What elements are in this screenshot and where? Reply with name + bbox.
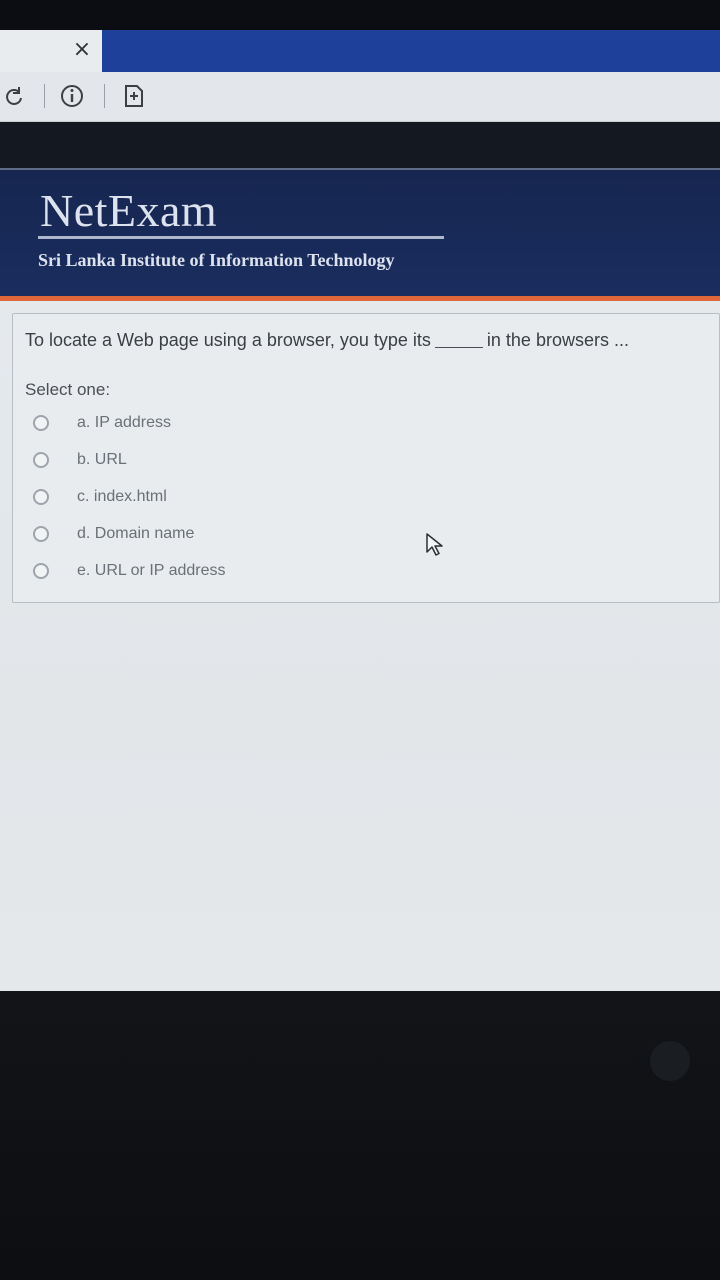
radio-button[interactable] <box>33 415 49 431</box>
option-label: a. IP address <box>77 414 171 431</box>
tab-close-icon[interactable]: × <box>68 36 96 64</box>
option-label: e. URL or IP address <box>77 562 226 579</box>
quiz-page: To locate a Web page using a browser, yo… <box>0 301 720 991</box>
mouse-cursor-icon <box>425 532 445 558</box>
option-label: b. URL <box>77 451 127 468</box>
reader-icon[interactable] <box>120 82 148 110</box>
site-header: NetExam Sri Lanka Institute of Informati… <box>0 168 720 296</box>
radio-button[interactable] <box>33 489 49 505</box>
monitor-bezel-top <box>0 0 720 30</box>
screen-gap <box>0 122 720 168</box>
institution-name: Sri Lanka Institute of Information Techn… <box>38 250 395 270</box>
radio-button[interactable] <box>33 526 49 542</box>
question-text-end: in the browsers ... <box>486 330 629 350</box>
question-text-start: To locate a Web page using a browser, yo… <box>25 330 431 350</box>
question-card: To locate a Web page using a browser, yo… <box>12 313 720 603</box>
select-one-label: Select one: <box>25 380 111 399</box>
answer-option-d[interactable]: d. Domain name <box>33 519 194 549</box>
option-label: c. index.html <box>77 488 167 505</box>
radio-button[interactable] <box>33 452 49 468</box>
radio-button[interactable] <box>33 563 49 579</box>
toolbar-separator <box>104 84 105 108</box>
toolbar-separator <box>44 84 45 108</box>
answer-option-e[interactable]: e. URL or IP address <box>33 556 226 586</box>
answer-option-a[interactable]: a. IP address <box>33 408 171 438</box>
browser-tab-strip: × <box>0 30 720 72</box>
question-text: To locate a Web page using a browser, yo… <box>25 330 715 351</box>
answer-option-b[interactable]: b. URL <box>33 445 127 475</box>
refresh-icon[interactable] <box>0 82 28 110</box>
logo-title[interactable]: NetExam <box>40 184 217 237</box>
question-blank <box>434 347 483 348</box>
browser-toolbar <box>0 72 720 122</box>
browser-tab[interactable]: × <box>0 30 102 72</box>
option-label: d. Domain name <box>77 525 195 542</box>
logo-divider <box>38 236 444 239</box>
answer-option-c[interactable]: c. index.html <box>33 482 167 512</box>
brand-logo-icon <box>650 1041 690 1081</box>
monitor-bezel-bottom <box>0 991 720 1280</box>
info-icon[interactable] <box>58 82 86 110</box>
